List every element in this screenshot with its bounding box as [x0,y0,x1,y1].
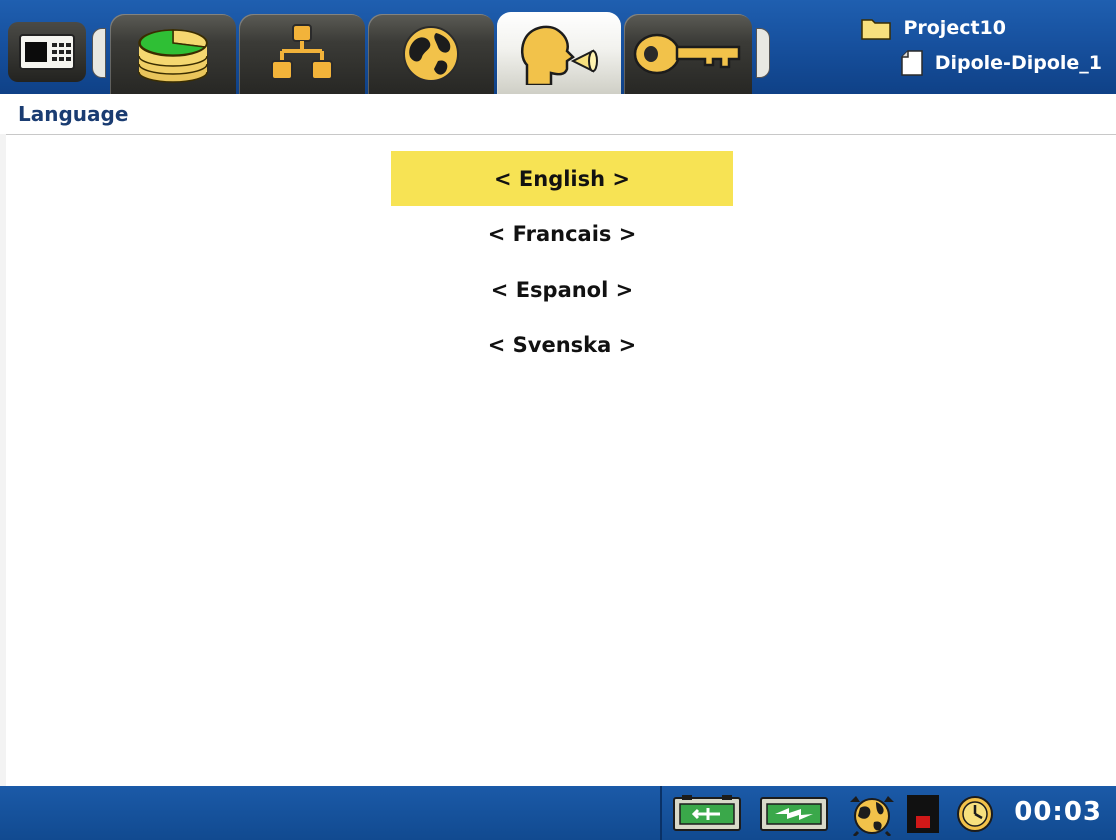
folder-icon [861,19,892,40]
timer-icon [957,796,993,832]
document-icon [900,50,923,76]
language-option-english[interactable]: < English > [391,151,733,206]
language-option-label: < Espanol > [490,277,634,302]
language-option-francais[interactable]: < Francais > [391,206,733,261]
gps-alarm-icon[interactable] [846,794,898,836]
language-option-svenska[interactable]: < Svenska > [391,317,733,372]
language-speaker-icon [521,25,598,85]
tab-data[interactable] [110,14,236,94]
tab-network[interactable] [239,14,365,94]
key-icon [633,33,741,75]
file-name: Dipole-Dipole_1 [934,52,1102,74]
language-option-label: < Svenska > [487,332,637,357]
clock-readout: 00:03 [1014,797,1102,827]
tab-license[interactable] [624,14,752,94]
scroll-right-arrow[interactable] [756,28,770,78]
top-toolbar: Project10 Dipole-Dipole_1 [0,0,1116,94]
record-indicator-icon [907,795,939,833]
status-bar: 00:03 [0,786,1116,840]
title-bar: Language [0,94,1116,135]
page-title: Language [18,102,129,126]
tab-language[interactable] [497,12,621,94]
language-option-espanol[interactable]: < Espanol > [391,262,733,317]
tab-gps[interactable] [368,14,494,94]
battery-charging-icon[interactable] [672,794,744,832]
language-option-label: < Francais > [487,221,637,246]
device-icon [19,34,75,70]
database-icon [138,29,208,83]
language-option-label: < English > [494,166,630,191]
home-button[interactable] [8,22,86,82]
globe-icon [403,26,459,82]
project-info: Project10 Dipole-Dipole_1 [832,14,1102,80]
status-separator [660,786,662,840]
scroll-left-arrow[interactable] [92,28,106,78]
left-edge [0,134,6,786]
network-icon [271,24,333,80]
project-name: Project10 [903,17,1006,39]
battery-icon[interactable] [759,794,831,832]
